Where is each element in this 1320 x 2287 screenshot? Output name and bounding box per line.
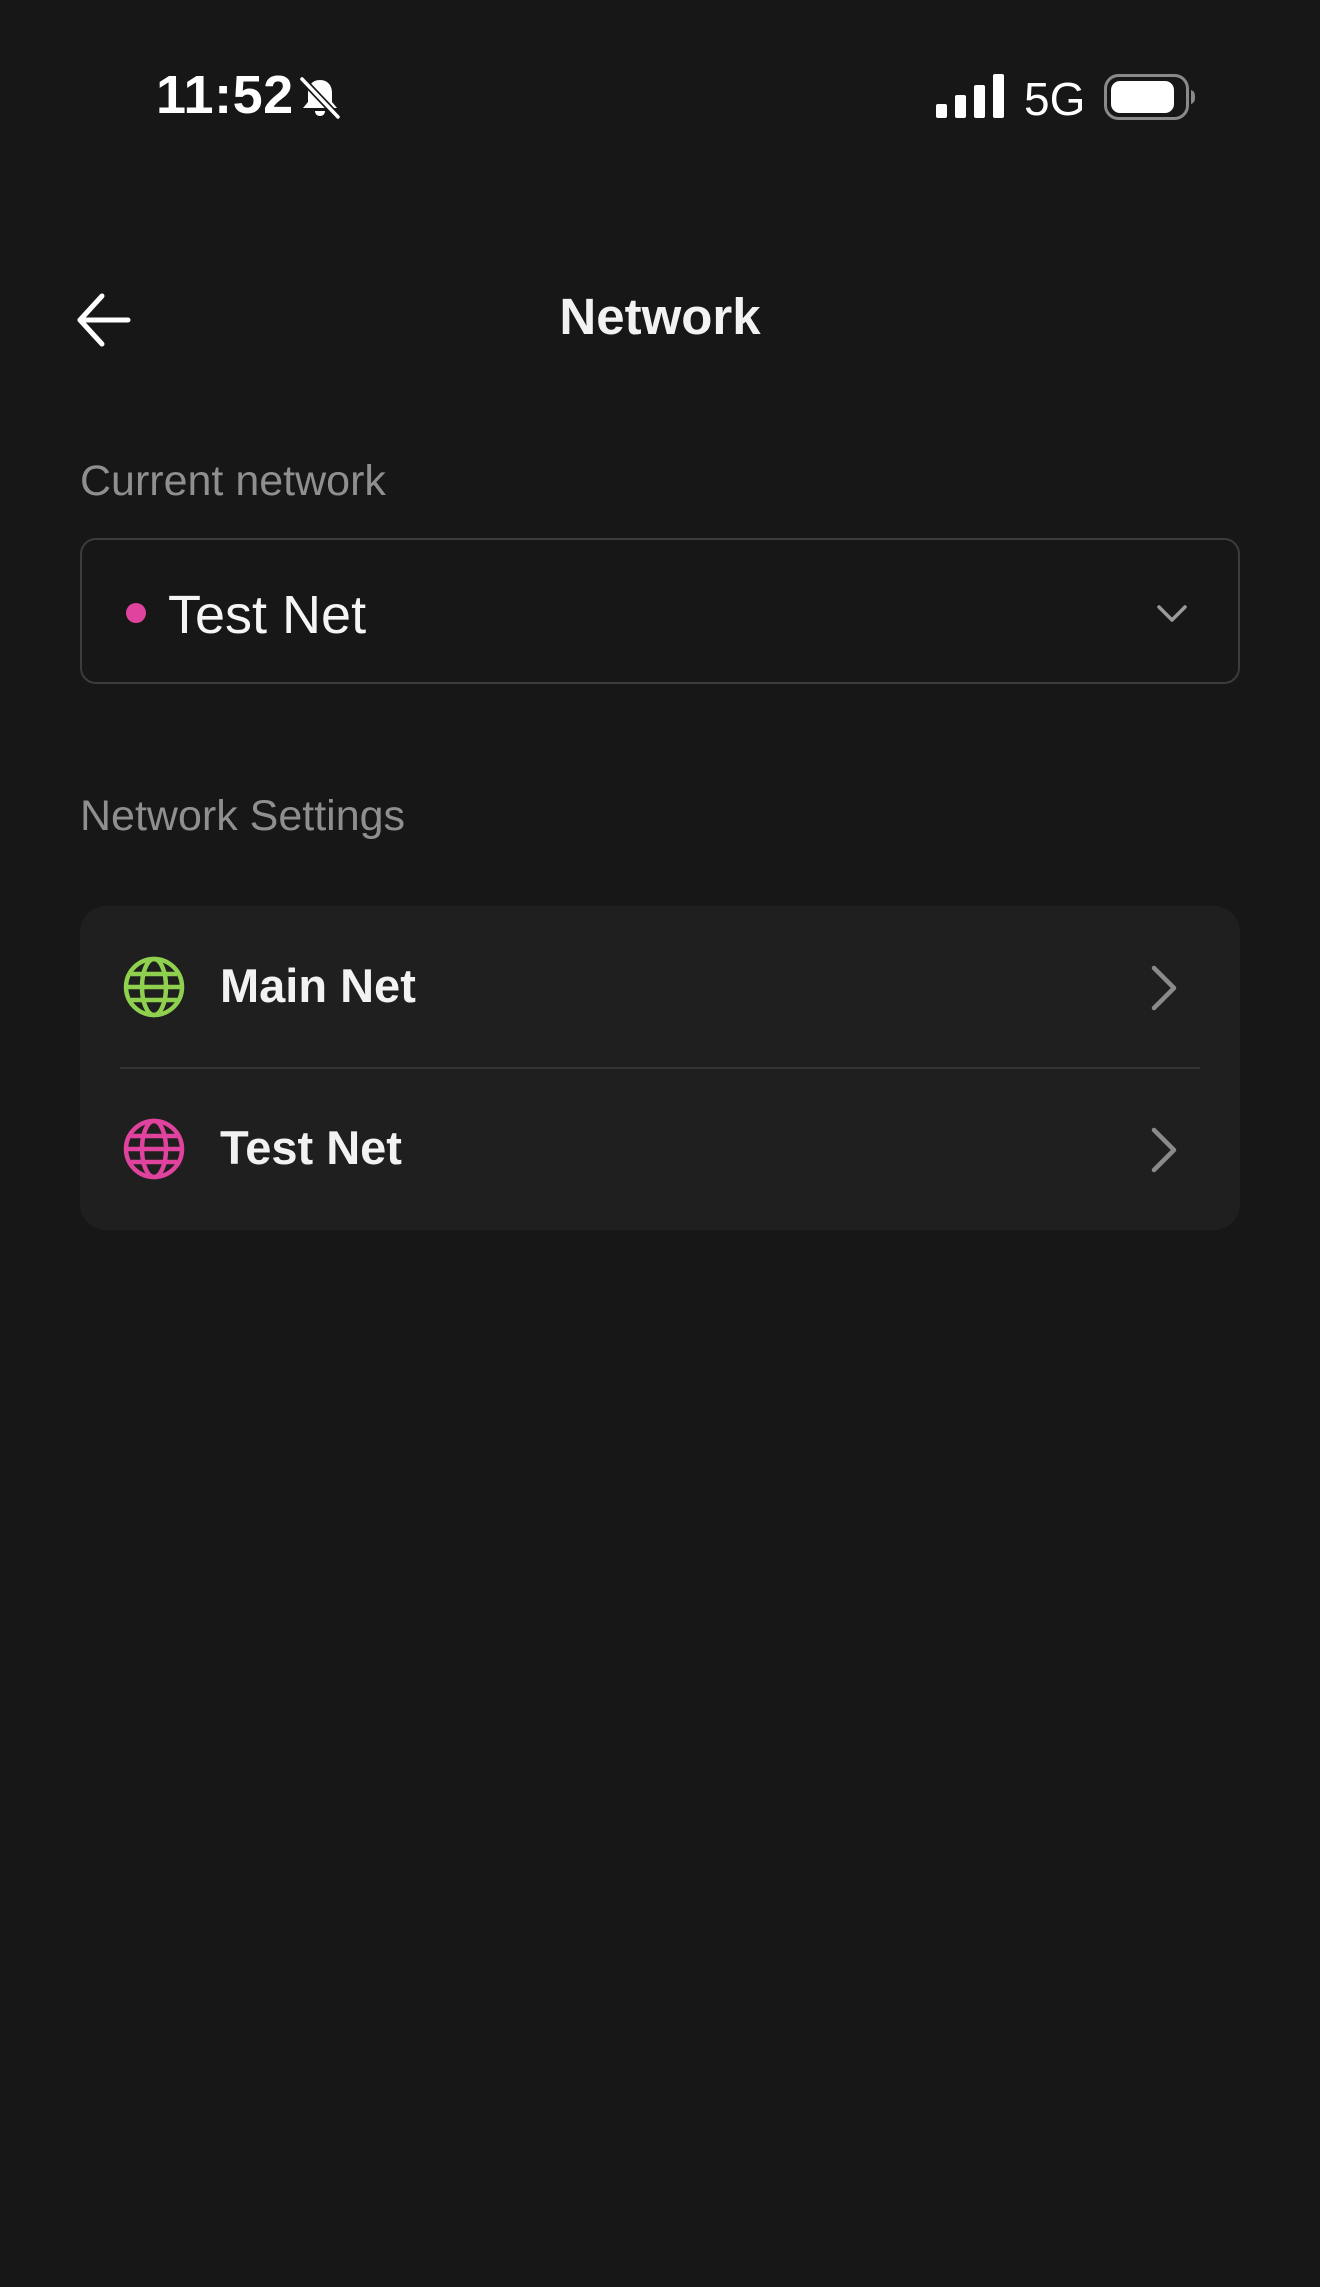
status-time: 11:52	[156, 65, 294, 125]
test-net-status-dot	[126, 603, 146, 623]
globe-icon	[123, 1118, 185, 1180]
status-bar: 11:52 5G	[0, 0, 1320, 190]
chevron-down-icon	[1157, 605, 1187, 622]
network-settings-label: Network Settings	[80, 792, 406, 840]
chevron-right-icon	[1151, 1127, 1177, 1173]
globe-icon	[123, 956, 185, 1018]
network-type-label: 5G	[1024, 73, 1086, 125]
network-item-test-net[interactable]: Test Net	[80, 1068, 1240, 1230]
battery-icon	[1104, 74, 1196, 120]
page-title: Network	[559, 288, 761, 345]
current-network-select[interactable]: Test Net	[80, 538, 1240, 684]
selected-network-value: Test Net	[168, 585, 367, 645]
signal-icon	[936, 74, 1004, 118]
network-item-label: Test Net	[220, 1121, 402, 1174]
bell-slash-icon	[296, 74, 344, 122]
network-settings-list: Main Net Test Net	[80, 906, 1240, 1230]
chevron-right-icon	[1151, 965, 1177, 1011]
network-item-label: Main Net	[220, 959, 416, 1012]
network-item-main-net[interactable]: Main Net	[80, 906, 1240, 1069]
current-network-label: Current network	[80, 457, 386, 505]
network-screen: 11:52 5G Network Current network Test Ne…	[0, 0, 1320, 2287]
